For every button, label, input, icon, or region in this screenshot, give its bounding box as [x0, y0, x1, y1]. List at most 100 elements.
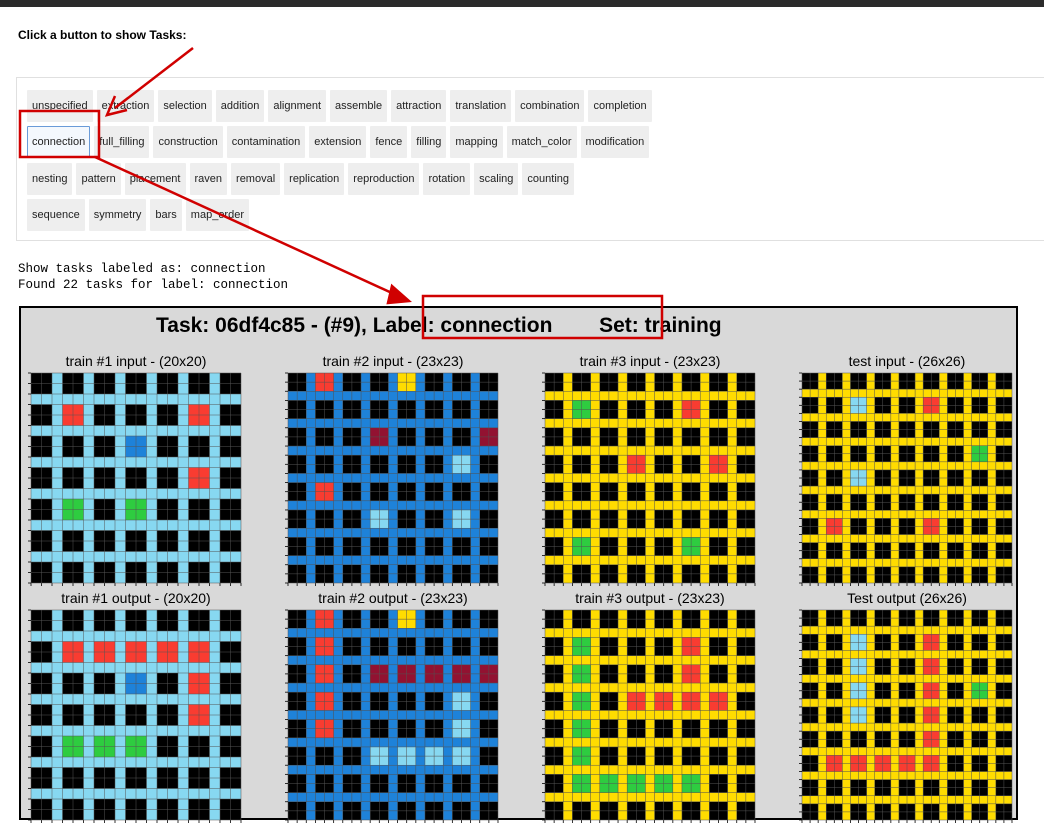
grid-cell: [654, 418, 664, 428]
label-button-alignment[interactable]: alignment: [268, 90, 327, 122]
label-button-raven[interactable]: raven: [189, 163, 228, 195]
label-button-scaling[interactable]: scaling: [474, 163, 519, 195]
grid-cell: [324, 701, 334, 711]
grid-cell: [810, 486, 819, 495]
grid-cell: [608, 774, 619, 784]
label-button-selection[interactable]: selection: [158, 90, 212, 122]
grid-cell: [83, 652, 94, 663]
grid-cell: [94, 736, 105, 747]
label-button-mapping[interactable]: mapping: [450, 126, 503, 158]
grid-cell: [618, 628, 628, 638]
grid-cell: [939, 453, 948, 462]
label-button-contamination[interactable]: contamination: [226, 126, 306, 158]
label-button-unspecified[interactable]: unspecified: [27, 90, 93, 122]
label-button-connection[interactable]: connection: [27, 126, 91, 158]
label-button-modification[interactable]: modification: [580, 126, 650, 158]
grid-cell: [83, 736, 94, 747]
grid-cell: [939, 642, 948, 651]
label-button-nesting[interactable]: nesting: [27, 163, 73, 195]
grid-cell: [995, 437, 1004, 446]
label-button-match-color[interactable]: match_color: [506, 126, 577, 158]
grid-cell: [306, 455, 316, 465]
grid-cell: [645, 418, 655, 428]
label-button-map-order[interactable]: map_order: [185, 199, 249, 231]
grid-cell: [963, 747, 972, 756]
label-button-rotation[interactable]: rotation: [423, 163, 471, 195]
grid-cell: [850, 469, 859, 478]
label-button-replication[interactable]: replication: [284, 163, 345, 195]
grid-cell: [209, 652, 220, 663]
grid-cell: [979, 461, 988, 470]
grid-cell: [834, 755, 843, 764]
grid-cell: [590, 418, 600, 428]
grid-cell: [461, 683, 471, 693]
grid-cell: [333, 646, 343, 656]
grid-cell: [297, 418, 307, 428]
label-button-reproduction[interactable]: reproduction: [348, 163, 420, 195]
grid-cell: [890, 634, 899, 643]
grid-cell: [672, 792, 682, 802]
grid-cell: [727, 400, 737, 410]
grid-cell: [581, 473, 591, 483]
label-button-bars[interactable]: bars: [150, 199, 182, 231]
label-button-sequence[interactable]: sequence: [27, 199, 85, 231]
grid-cell: [52, 778, 63, 789]
grid-cell: [288, 655, 298, 665]
label-button-translation[interactable]: translation: [450, 90, 512, 122]
grid-cell: [115, 394, 126, 405]
grid-cell: [361, 646, 371, 656]
grid-cell: [199, 673, 210, 684]
grid-cell: [388, 573, 398, 583]
label-button-extension[interactable]: extension: [309, 126, 367, 158]
grid-cell: [590, 619, 600, 629]
grid-cell: [599, 555, 609, 565]
label-button-counting[interactable]: counting: [522, 163, 574, 195]
grid-cell: [590, 391, 600, 401]
grid-cell: [188, 704, 199, 715]
label-button-completion[interactable]: completion: [588, 90, 652, 122]
grid-cell: [361, 409, 371, 419]
label-button-addition[interactable]: addition: [215, 90, 265, 122]
grid-cell: [415, 519, 425, 529]
label-button-assemble[interactable]: assemble: [330, 90, 388, 122]
grid-cell: [645, 701, 655, 711]
grid-cell: [315, 555, 325, 565]
grid-cell: [306, 491, 316, 501]
grid-cell: [388, 400, 398, 410]
grid-cell: [672, 509, 682, 520]
label-button-attraction[interactable]: attraction: [391, 90, 447, 122]
label-button-removal[interactable]: removal: [231, 163, 281, 195]
label-button-placement[interactable]: placement: [124, 163, 186, 195]
grid-cell: [563, 446, 573, 456]
grid-cell: [415, 400, 425, 410]
grid-cell: [890, 747, 899, 756]
grid-cell: [672, 719, 682, 729]
grid-cell: [563, 427, 573, 437]
grid-cell: [351, 737, 362, 747]
label-button-pattern[interactable]: pattern: [76, 163, 121, 195]
grid-cell: [73, 788, 84, 799]
label-button-construction[interactable]: construction: [153, 126, 223, 158]
label-button-filling[interactable]: filling: [411, 126, 447, 158]
grid-cell: [890, 550, 899, 559]
grid-cell: [672, 464, 682, 474]
grid-cell: [939, 429, 948, 438]
label-button-full-filling[interactable]: full_filling: [94, 126, 150, 158]
label-button-combination[interactable]: combination: [515, 90, 585, 122]
grid-cell: [826, 626, 835, 635]
grid-cell: [333, 801, 343, 811]
grid-cell: [654, 774, 664, 784]
grid-cell: [672, 756, 682, 766]
grid-cell: [415, 482, 425, 492]
label-button-symmetry[interactable]: symmetry: [88, 199, 147, 231]
grid-cell: [470, 783, 480, 793]
grid-cell: [866, 634, 875, 643]
grid-cell: [178, 467, 189, 478]
label-button-extraction[interactable]: extraction: [96, 90, 155, 122]
grid-cell: [700, 564, 710, 574]
grid-cell: [554, 792, 564, 802]
grid-cell: [415, 546, 425, 556]
label-button-fence[interactable]: fence: [370, 126, 408, 158]
grid-cell: [645, 436, 655, 447]
grid-cell: [178, 373, 189, 384]
